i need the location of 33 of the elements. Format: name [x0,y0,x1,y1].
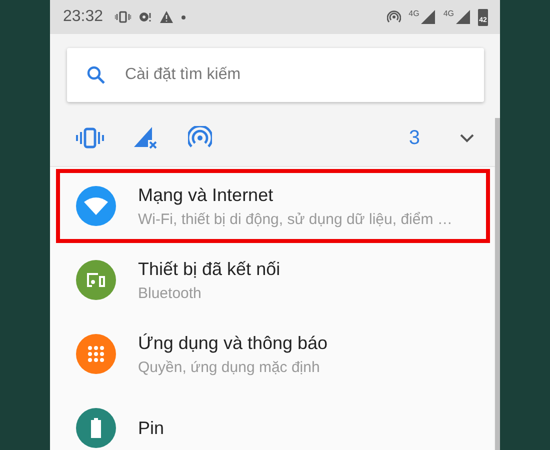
item-subtitle: Bluetooth [138,284,202,302]
settings-item[interactable]: Mạng và Internet Wi-Fi, thiết bị di động, sử dụng dữ liệu, điểm … [56,169,490,243]
conditions-count: 3 [408,126,420,150]
dot-icon [181,14,186,20]
item-title: Pin [138,418,164,438]
apps-grid-icon [87,345,105,363]
item-title: Mạng và Internet [138,184,274,206]
search-icon [87,66,105,84]
network-type-label: 4G [408,9,420,18]
vibrate-icon[interactable] [76,127,104,149]
devices-icon [85,272,107,288]
settings-item[interactable]: Ứng dụng và thông báo Quyền, ứng dụng mặc định [56,317,490,391]
hotspot-icon [386,10,401,24]
network-type-label: 4G [443,9,454,18]
warning-icon [160,11,174,23]
wifi-icon [84,197,108,215]
settings-item[interactable]: Thiết bị đã kết nối Bluetooth [56,243,490,317]
hotspot-icon[interactable] [188,126,212,150]
vibrate-icon [115,11,132,23]
signal-icon [421,10,436,24]
clock: 23:32 [63,8,104,26]
signal-icon [456,10,470,24]
item-title: Ứng dụng và thông báo [138,332,328,354]
expand-button[interactable] [460,134,474,142]
item-subtitle: Wi-Fi, thiết bị di động, sử dụng dữ liệu, điểm … [138,210,452,228]
item-title: Thiết bị đã kết nối [138,258,280,280]
data-saver-icon [139,11,152,23]
search-field[interactable]: Cài đặt tìm kiếm [67,48,484,102]
no-signal-icon[interactable] [134,127,158,149]
search-placeholder: Cài đặt tìm kiếm [125,66,241,84]
item-subtitle: Quyền, ứng dụng mặc định [138,358,321,376]
battery-icon [90,418,102,438]
settings-item[interactable]: Pin [56,391,490,450]
